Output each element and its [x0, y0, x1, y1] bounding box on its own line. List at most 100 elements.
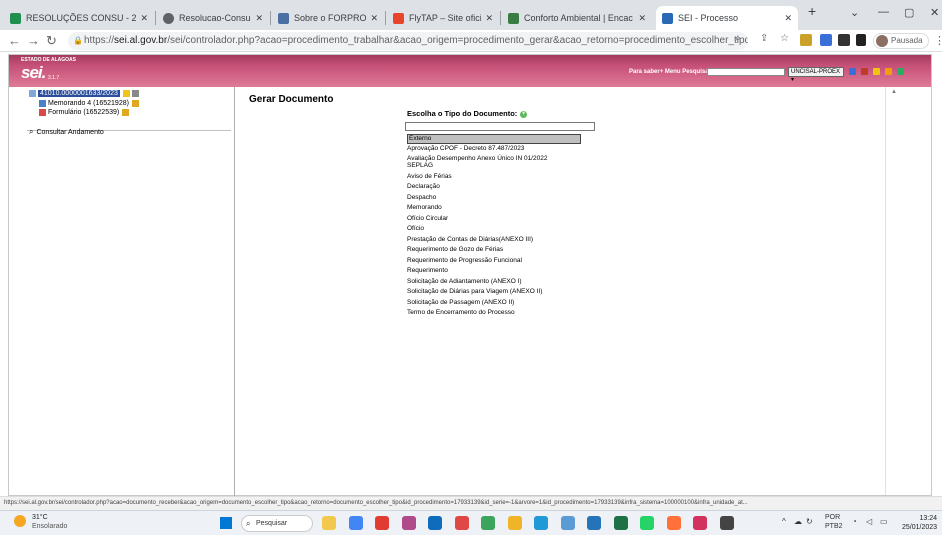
unit-select[interactable]: UNCISAL-PROEX ▾	[788, 67, 844, 83]
tree-doc-item[interactable]: Memorando 4 (16521928)	[39, 100, 141, 107]
help-icon[interactable]	[873, 68, 880, 75]
close-icon[interactable]: ✕	[370, 13, 378, 24]
browser-tab-3[interactable]: Sobre o FORPROEX e a RE ✕	[272, 6, 384, 30]
document-type-option[interactable]: Requerimento	[407, 267, 448, 275]
outlook-icon[interactable]	[428, 516, 442, 530]
scroll-up-icon[interactable]: ▲	[891, 89, 897, 95]
browser-tab-5[interactable]: Conforto Ambiental | Encac ✕	[502, 6, 652, 30]
sei-version: 3.1.7	[48, 75, 60, 81]
settings-icon[interactable]	[587, 516, 601, 530]
extension-icon[interactable]	[800, 34, 812, 46]
user-icon[interactable]	[849, 68, 856, 75]
forward-icon[interactable]: →	[27, 33, 40, 49]
photos-icon[interactable]	[481, 516, 495, 530]
tree-doc-label[interactable]: Formulário (16522539)	[48, 109, 119, 116]
store-icon[interactable]	[560, 516, 575, 530]
document-type-option[interactable]: Ofício Circular	[407, 215, 448, 223]
document-type-option-selected[interactable]: Externo	[407, 134, 581, 144]
browser-tab-2[interactable]: Resolucao-Consu-n-16-202 ✕	[157, 6, 269, 30]
pencil-icon[interactable]	[122, 90, 130, 97]
document-type-option[interactable]: SEPLAG	[407, 162, 433, 170]
add-icon[interactable]: +	[520, 110, 528, 118]
weather-sun-icon[interactable]	[14, 515, 26, 527]
pesquisa-input[interactable]	[707, 68, 785, 76]
extension-icon[interactable]	[820, 34, 832, 46]
excel-icon[interactable]	[454, 516, 469, 530]
document-type-option[interactable]: Prestação de Contas de Diárias(ANEXO III…	[407, 236, 533, 244]
language-indicator[interactable]: POR PTB2	[825, 513, 843, 531]
sei-logo[interactable]: sei.	[21, 63, 46, 83]
tree-doc-label[interactable]: Memorando 4 (16521928)	[48, 100, 129, 107]
terminal-icon[interactable]	[719, 516, 734, 530]
edit-icon[interactable]	[885, 68, 892, 75]
explorer-icon[interactable]	[322, 516, 336, 530]
document-type-option[interactable]: Solicitação de Passagem (ANEXO II)	[407, 299, 514, 307]
profile-button[interactable]: Pausada	[873, 33, 929, 49]
whatsapp-icon[interactable]	[640, 516, 654, 530]
tree-doc-item[interactable]: Formulário (16522539)	[39, 109, 131, 116]
minimize-button[interactable]: —	[878, 6, 889, 18]
close-icon[interactable]: ✕	[255, 13, 263, 24]
tree-process-node[interactable]: 41010.0000001633/2023	[29, 90, 141, 97]
zoom-icon[interactable]: ⌕	[735, 33, 741, 44]
document-type-option[interactable]: Memorando	[407, 204, 442, 212]
document-type-option[interactable]: Solicitação de Adiantamento (ANEXO I)	[407, 278, 522, 286]
close-icon[interactable]: ✕	[140, 13, 148, 24]
back-icon[interactable]: ←	[8, 33, 21, 49]
excel2-icon[interactable]	[613, 516, 628, 530]
taskbar-search[interactable]: ⌕ Pesquisar	[241, 515, 313, 532]
consultar-label[interactable]: Consultar Andamento	[36, 129, 103, 136]
folder-icon[interactable]	[507, 516, 522, 530]
close-icon[interactable]: ✕	[638, 13, 646, 24]
scrollbar[interactable]: ▲	[885, 87, 929, 495]
bookmark-star-icon[interactable]: ☆	[780, 33, 789, 44]
exit-icon[interactable]	[897, 68, 904, 75]
clock[interactable]: 13:24 25/01/2023	[902, 514, 937, 532]
document-type-option[interactable]: Despacho	[407, 194, 436, 202]
reload-icon[interactable]: ↻	[46, 33, 57, 49]
document-type-option[interactable]: Requerimento de Progressão Funcional	[407, 257, 522, 265]
config-icon[interactable]	[861, 68, 868, 75]
battery-icon[interactable]: ▭	[880, 517, 888, 526]
document-type-option[interactable]: Aviso de Férias	[407, 173, 452, 181]
document-type-option[interactable]: Declaração	[407, 183, 440, 191]
wifi-icon[interactable]: ◔	[852, 517, 857, 526]
sync-icon[interactable]: ↻	[806, 517, 813, 526]
weather-temp[interactable]: 31°C	[32, 514, 48, 521]
document-type-option[interactable]: Solicitação de Diárias para Viagem (ANEX…	[407, 288, 542, 296]
share-icon[interactable]: ⇪	[760, 33, 768, 44]
chrome-icon[interactable]	[348, 516, 363, 530]
extensions-puzzle-icon[interactable]	[838, 34, 850, 46]
volume-icon[interactable]: ◁	[866, 517, 872, 526]
document-type-option[interactable]: Aprovação CPOF - Decreto 87.487/2023	[407, 145, 524, 153]
document-type-option[interactable]: Requerimento de Gozo de Férias	[407, 246, 503, 254]
document-type-option[interactable]: Ofício	[407, 225, 424, 233]
close-window-button[interactable]: ✕	[930, 6, 939, 19]
new-tab-button[interactable]: +	[808, 3, 816, 19]
firefox-icon[interactable]	[666, 516, 681, 530]
pdf-icon[interactable]	[375, 516, 389, 530]
close-icon[interactable]: ✕	[485, 13, 493, 24]
sidepanel-icon[interactable]	[856, 34, 866, 46]
windows-start-icon[interactable]	[220, 517, 232, 529]
tray-chevron-icon[interactable]: ^	[782, 517, 786, 526]
menu-kebab-icon[interactable]: ⋮	[934, 33, 942, 49]
process-number[interactable]: 41010.0000001633/2023	[38, 90, 120, 97]
document-type-filter-input[interactable]	[405, 122, 595, 131]
edge-icon[interactable]	[534, 516, 548, 530]
header-menu-links[interactable]: Para saber+ Menu Pesquisa	[629, 69, 709, 75]
browser-tab-4[interactable]: FlyTAP – Site oficial da TAP ✕	[387, 6, 499, 30]
lock-doc-icon[interactable]	[131, 90, 139, 97]
close-icon[interactable]: ✕	[784, 13, 792, 24]
pocket-icon[interactable]	[693, 516, 707, 530]
consultar-andamento-link[interactable]: ⌕ Consultar Andamento	[29, 127, 104, 137]
address-bar[interactable]: 🔒 https://sei.al.gov.br/sei/controlador.…	[68, 32, 748, 50]
cloud-icon[interactable]: ☁	[794, 517, 802, 526]
weather-condition[interactable]: Ensolarado	[32, 523, 67, 530]
mail-icon[interactable]	[401, 516, 416, 530]
browser-tab-active[interactable]: SEI - Processo ✕	[656, 6, 798, 30]
maximize-button[interactable]: ▢	[904, 6, 914, 19]
browser-tab-1[interactable]: RESOLUÇÕES CONSU - 202 ✕	[4, 6, 154, 30]
document-type-option[interactable]: Termo de Encerramento do Processo	[407, 309, 515, 317]
tab-search-icon[interactable]: ⌄	[850, 6, 859, 19]
